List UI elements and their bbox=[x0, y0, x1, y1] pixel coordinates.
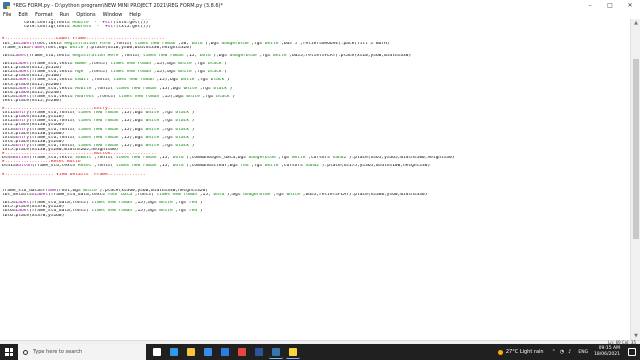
task-view-icon-glyph bbox=[153, 348, 161, 356]
mail-icon-glyph bbox=[221, 348, 229, 356]
notifications-icon[interactable] bbox=[628, 348, 636, 356]
chrome-icon[interactable] bbox=[235, 345, 249, 359]
close-button[interactable]: ✕ bbox=[620, 0, 640, 11]
scroll-down-icon[interactable]: ▼ bbox=[631, 332, 640, 340]
menu-options[interactable]: Options bbox=[73, 12, 99, 18]
system-tray: 27°C Light rain ⌃ ◔ ♪ ENG 09:15 AM 18/06… bbox=[497, 344, 640, 360]
weather-icon bbox=[497, 349, 503, 355]
scroll-up-icon[interactable]: ▲ bbox=[631, 19, 640, 27]
menu-bar: File Edit Format Run Options Window Help bbox=[0, 11, 640, 19]
menu-format[interactable]: Format bbox=[32, 12, 57, 18]
tray-chevron-icon[interactable]: ⌃ bbox=[552, 349, 556, 355]
taskbar-search[interactable]: Type here to search bbox=[18, 344, 146, 360]
weather-text: 27°C Light rain bbox=[505, 349, 544, 355]
search-icon bbox=[23, 349, 28, 355]
taskbar: Type here to search 27°C Light rain ⌃ ◔ … bbox=[0, 344, 640, 360]
menu-run[interactable]: Run bbox=[57, 12, 74, 18]
python-file-icon bbox=[3, 2, 10, 9]
clock[interactable]: 09:15 AM 18/06/2021 bbox=[594, 346, 620, 358]
windows-logo-icon bbox=[5, 348, 13, 356]
maximize-button[interactable]: □ bbox=[600, 0, 620, 11]
minimize-button[interactable]: – bbox=[580, 0, 600, 11]
title-bar: *REG FORM.py - D:\python program\NEW MIN… bbox=[0, 0, 640, 11]
task-view-icon[interactable] bbox=[150, 345, 164, 359]
weather-widget[interactable]: 27°C Light rain bbox=[497, 349, 544, 355]
idle-shell-icon-glyph bbox=[272, 347, 280, 356]
window-title: *REG FORM.py - D:\python program\NEW MIN… bbox=[13, 2, 223, 9]
menu-help[interactable]: Help bbox=[126, 12, 144, 18]
language-indicator[interactable]: ENG bbox=[578, 350, 588, 355]
file-explorer-icon-glyph bbox=[187, 348, 195, 356]
pinned-apps bbox=[150, 345, 300, 359]
menu-window[interactable]: Window bbox=[100, 12, 127, 18]
word-icon-glyph bbox=[255, 348, 263, 356]
code-lines: lbl7.config(text="Email - "+str(txt3.get… bbox=[2, 19, 630, 218]
mail-icon[interactable] bbox=[218, 345, 232, 359]
edge-icon-glyph bbox=[170, 348, 178, 356]
menu-file[interactable]: File bbox=[0, 12, 15, 18]
python-editor-icon[interactable] bbox=[286, 345, 300, 359]
code-editor[interactable]: lbl7.config(text="Email - "+str(txt3.get… bbox=[0, 19, 630, 340]
file-explorer-icon[interactable] bbox=[184, 345, 198, 359]
volume-icon[interactable]: ♪ bbox=[568, 349, 571, 355]
word-icon[interactable] bbox=[252, 345, 266, 359]
menu-edit[interactable]: Edit bbox=[15, 12, 32, 18]
scroll-thumb[interactable] bbox=[633, 59, 639, 239]
vertical-scrollbar[interactable]: ▲ ▼ bbox=[630, 19, 640, 340]
code-line: lbl6.place(x=370,y=160) bbox=[2, 213, 65, 218]
store-icon-glyph bbox=[204, 348, 212, 356]
edge-icon[interactable] bbox=[167, 345, 181, 359]
network-icon[interactable]: ◔ bbox=[560, 349, 564, 355]
idle-shell-icon[interactable] bbox=[269, 345, 283, 359]
clock-date: 18/06/2021 bbox=[594, 352, 620, 357]
python-editor-icon-glyph bbox=[289, 347, 297, 356]
search-placeholder: Type here to search bbox=[33, 349, 83, 355]
chrome-icon-glyph bbox=[238, 348, 246, 356]
window-controls: – □ ✕ bbox=[580, 0, 640, 11]
store-icon[interactable] bbox=[201, 345, 215, 359]
start-button[interactable] bbox=[0, 344, 18, 360]
